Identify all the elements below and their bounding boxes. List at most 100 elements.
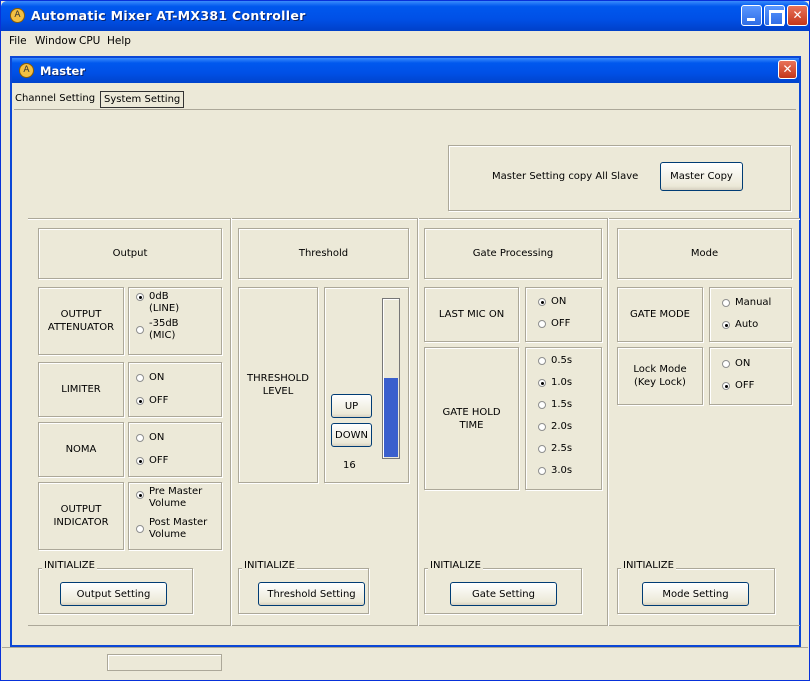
radio-icon: [136, 293, 144, 301]
title-bar[interactable]: A Automatic Mixer AT-MX381 Controller ✕: [1, 1, 809, 31]
mode-initialize-legend: INITIALIZE: [621, 560, 676, 571]
gate-hold-options: 0.5s 1.0s 1.5s 2.0s 2.5s 3.0s: [525, 347, 602, 490]
indicator-pre-master-radio[interactable]: Pre Master Volume: [136, 486, 202, 510]
radio-icon: [136, 457, 144, 465]
tab-channel-setting[interactable]: Channel Setting: [13, 91, 97, 108]
attenuator-35db-radio[interactable]: -35dB (MIC): [136, 318, 179, 342]
output-initialize-legend: INITIALIZE: [42, 560, 97, 571]
noma-label: NOMA: [38, 422, 124, 477]
master-logo-icon: A: [19, 63, 34, 78]
menu-window[interactable]: Window: [35, 35, 76, 47]
output-attenuator-label: OUTPUT ATTENUATOR: [38, 287, 124, 355]
radio-icon: [136, 434, 144, 442]
gate-hold-3-0s-radio[interactable]: 3.0s: [538, 465, 572, 477]
radio-icon: [722, 299, 730, 307]
gate-hold-2-5s-radio[interactable]: 2.5s: [538, 443, 572, 455]
radio-icon: [136, 374, 144, 382]
menu-cpu[interactable]: CPU: [79, 35, 100, 47]
output-attenuator-options: 0dB (LINE) -35dB (MIC): [128, 287, 222, 355]
last-mic-options: ON OFF: [525, 287, 602, 342]
threshold-setting-button[interactable]: Threshold Setting: [258, 582, 365, 606]
divider-2: [417, 218, 418, 626]
mode-setting-button[interactable]: Mode Setting: [642, 582, 749, 606]
output-indicator-options: Pre Master Volume Post Master Volume: [128, 482, 222, 550]
output-header: Output: [38, 228, 222, 279]
gate-hold-1-5s-radio[interactable]: 1.5s: [538, 399, 572, 411]
limiter-on-radio[interactable]: ON: [136, 372, 164, 384]
lock-mode-options: ON OFF: [709, 347, 792, 405]
lock-mode-off-radio[interactable]: OFF: [722, 380, 754, 392]
gate-setting-button[interactable]: Gate Setting: [450, 582, 557, 606]
menu-help[interactable]: Help: [107, 35, 131, 47]
divider-3: [607, 218, 608, 626]
window-title: Automatic Mixer AT-MX381 Controller: [31, 8, 306, 23]
lock-mode-on-radio[interactable]: ON: [722, 358, 750, 370]
radio-icon: [538, 401, 546, 409]
close-icon[interactable]: ✕: [787, 5, 808, 26]
radio-icon: [722, 360, 730, 368]
main-window: A Automatic Mixer AT-MX381 Controller ✕ …: [0, 0, 810, 681]
status-bar: [2, 647, 808, 680]
last-mic-off-radio[interactable]: OFF: [538, 318, 570, 330]
menu-file[interactable]: File: [9, 35, 27, 47]
radio-icon: [538, 423, 546, 431]
attenuator-0db-radio[interactable]: 0dB (LINE): [136, 291, 179, 315]
radio-icon: [538, 298, 546, 306]
gate-mode-manual-radio[interactable]: Manual: [722, 297, 771, 309]
gate-initialize-legend: INITIALIZE: [428, 560, 483, 571]
output-indicator-label: OUTPUT INDICATOR: [38, 482, 124, 550]
menu-bar: File Window CPU Help: [2, 31, 808, 51]
radio-icon: [538, 445, 546, 453]
gate-hold-0-5s-radio[interactable]: 0.5s: [538, 355, 572, 367]
threshold-meter[interactable]: [382, 298, 400, 459]
tab-system-setting[interactable]: System Setting: [100, 91, 185, 108]
gate-mode-options: Manual Auto: [709, 287, 792, 342]
radio-icon: [538, 320, 546, 328]
radio-icon: [538, 379, 546, 387]
maximize-icon[interactable]: [764, 5, 785, 26]
master-close-icon[interactable]: ✕: [778, 60, 797, 79]
limiter-options: ON OFF: [128, 362, 222, 417]
minimize-icon[interactable]: [741, 5, 762, 26]
threshold-value: 16: [343, 460, 356, 471]
threshold-header: Threshold: [238, 228, 409, 279]
gate-hold-time-label: GATE HOLD TIME: [424, 347, 519, 490]
radio-icon: [538, 467, 546, 475]
lock-mode-label: Lock Mode (Key Lock): [617, 347, 703, 405]
master-window: A Master ✕ Channel Setting System Settin…: [10, 56, 801, 647]
radio-icon: [136, 525, 144, 533]
gate-mode-auto-radio[interactable]: Auto: [722, 319, 758, 331]
threshold-meter-fill: [384, 378, 398, 457]
gate-header: Gate Processing: [424, 228, 602, 279]
threshold-initialize-legend: INITIALIZE: [242, 560, 297, 571]
output-setting-button[interactable]: Output Setting: [60, 582, 167, 606]
limiter-label: LIMITER: [38, 362, 124, 417]
status-progress-field: [107, 654, 222, 671]
master-title: Master: [40, 64, 86, 78]
last-mic-on-label: LAST MIC ON: [424, 287, 519, 342]
radio-icon: [136, 397, 144, 405]
app-logo-icon: A: [10, 8, 25, 23]
limiter-off-radio[interactable]: OFF: [136, 395, 168, 407]
master-title-bar[interactable]: A Master ✕: [12, 58, 799, 83]
threshold-up-button[interactable]: UP: [331, 394, 372, 418]
noma-options: ON OFF: [128, 422, 222, 477]
master-copy-button[interactable]: Master Copy: [660, 162, 743, 191]
noma-off-radio[interactable]: OFF: [136, 455, 168, 467]
master-copy-label: Master Setting copy All Slave: [492, 171, 639, 182]
threshold-level-label: THRESHOLD LEVEL: [238, 287, 318, 483]
radio-icon: [136, 491, 144, 499]
gate-hold-2-0s-radio[interactable]: 2.0s: [538, 421, 572, 433]
gate-mode-label: GATE MODE: [617, 287, 703, 342]
radio-icon: [538, 357, 546, 365]
noma-on-radio[interactable]: ON: [136, 432, 164, 444]
radio-icon: [722, 321, 730, 329]
divider-1: [230, 218, 231, 626]
radio-icon: [136, 326, 144, 334]
radio-icon: [722, 382, 730, 390]
last-mic-on-radio[interactable]: ON: [538, 296, 566, 308]
gate-hold-1-0s-radio[interactable]: 1.0s: [538, 377, 572, 389]
mode-header: Mode: [617, 228, 792, 279]
threshold-down-button[interactable]: DOWN: [331, 423, 372, 447]
indicator-post-master-radio[interactable]: Post Master Volume: [136, 517, 207, 541]
